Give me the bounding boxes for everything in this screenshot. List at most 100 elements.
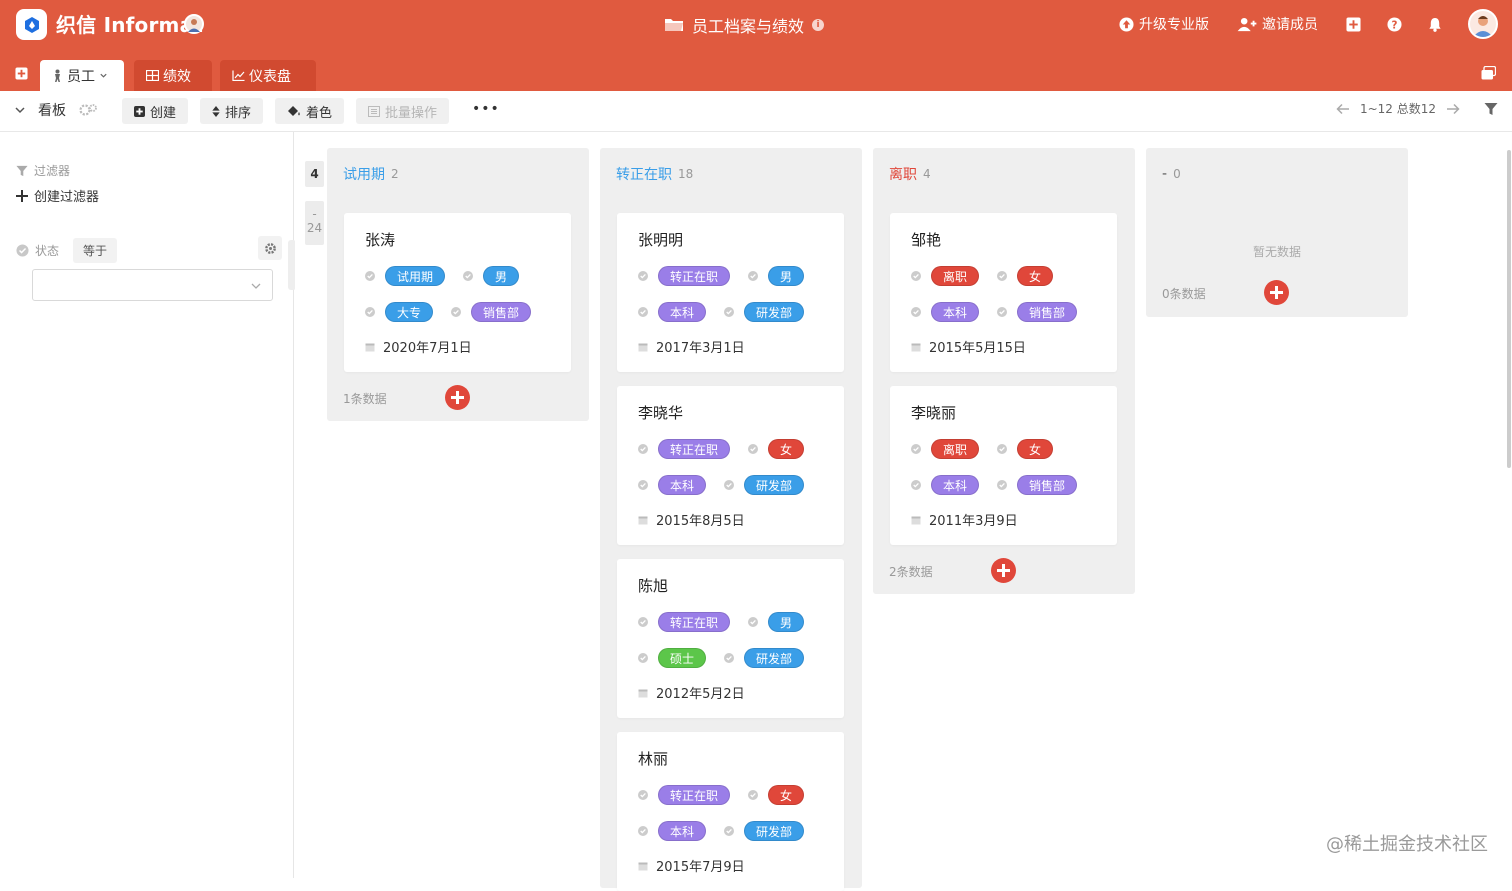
tag-line: 离职 女: [911, 439, 1053, 459]
education-tag: 本科: [658, 302, 706, 322]
calendar-icon: [365, 342, 375, 352]
arrow-left-icon[interactable]: [1336, 103, 1350, 115]
batch-button[interactable]: 批量操作: [356, 98, 449, 124]
tag-line: 离职 女: [911, 266, 1053, 286]
status-tag: 离职: [931, 266, 979, 286]
table-icon: [146, 70, 159, 81]
add-card-button[interactable]: [991, 558, 1016, 583]
date-line: 2020年7月1日: [365, 337, 472, 356]
column-header[interactable]: 转正在职 18: [600, 148, 862, 200]
education-tag: 本科: [658, 475, 706, 495]
calendar-icon: [638, 342, 648, 352]
employee-card[interactable]: 林丽 转正在职 女 本科 研发部 2015年7月9日: [617, 732, 844, 891]
gender-tag: 男: [768, 612, 804, 632]
check-circle-icon: [638, 444, 648, 454]
view-name: 看板: [38, 100, 66, 120]
logo-icon[interactable]: [16, 9, 47, 40]
date-line: 2017年3月1日: [638, 337, 745, 356]
filter-operator[interactable]: 等于: [73, 238, 117, 263]
view-toolbar: 看板 创建 排序 着色 批量操作 ••• 1~12 总数12: [0, 91, 1512, 132]
row-group-header-2[interactable]: - 24: [305, 201, 324, 245]
tag-line: 转正在职 男: [638, 612, 804, 632]
column-footer-count: 0条数据: [1162, 285, 1206, 302]
check-circle-icon: [997, 480, 1007, 490]
gear-icon[interactable]: [258, 236, 282, 260]
folder-icon: [664, 17, 684, 33]
bell-icon[interactable]: [1428, 17, 1442, 32]
gender-tag: 男: [483, 266, 519, 286]
add-card-button[interactable]: [1264, 280, 1289, 305]
column-count: 0: [1173, 167, 1181, 181]
window-icon[interactable]: [1481, 66, 1496, 80]
tab-dashboard[interactable]: 仪表盘: [220, 60, 316, 91]
svg-text:?: ?: [1392, 19, 1398, 31]
column-footer: 1条数据: [343, 386, 387, 410]
check-circle-icon[interactable]: [16, 244, 29, 257]
user-avatar[interactable]: [1468, 9, 1498, 39]
workspace-avatar[interactable]: [184, 14, 204, 34]
column-footer-count: 2条数据: [889, 563, 933, 580]
column-header[interactable]: 试用期 2: [327, 148, 589, 200]
tag-line: 本科 研发部: [638, 302, 804, 322]
department-tag: 销售部: [1017, 302, 1077, 322]
view-switcher[interactable]: 看板: [14, 100, 98, 120]
tag-line: 转正在职 男: [638, 266, 804, 286]
pagination-text: 1~12 总数12: [1360, 100, 1436, 117]
date-line: 2015年5月15日: [911, 337, 1026, 356]
tag-line: 转正在职 女: [638, 785, 804, 805]
list-icon: [368, 106, 380, 117]
employee-card[interactable]: 李晓丽 离职 女 本科 销售部 2011年3月9日: [890, 386, 1117, 545]
add-icon[interactable]: [1346, 17, 1361, 32]
employee-card[interactable]: 张涛 试用期 男 大专 销售部 2020年7月1日: [344, 213, 571, 372]
sort-button[interactable]: 排序: [200, 98, 263, 124]
vertical-scrollbar[interactable]: [1507, 150, 1511, 468]
filter-value-select[interactable]: [32, 269, 273, 301]
employee-card[interactable]: 陈旭 转正在职 男 硕士 研发部 2012年5月2日: [617, 559, 844, 718]
status-tag: 试用期: [385, 266, 445, 286]
tab-performance-label: 绩效: [163, 66, 191, 86]
view-settings-icon[interactable]: [78, 103, 98, 117]
column-title: 转正在职: [616, 164, 672, 184]
card-name: 张涛: [365, 229, 395, 250]
filter-icon[interactable]: [1484, 102, 1498, 116]
tag-line: 本科 研发部: [638, 475, 804, 495]
row-group-header[interactable]: 4: [305, 161, 324, 187]
tag-line: 本科 销售部: [911, 302, 1077, 322]
employee-card[interactable]: 邹艳 离职 女 本科 销售部 2015年5月15日: [890, 213, 1117, 372]
employee-card[interactable]: 张明明 转正在职 男 本科 研发部 2017年3月1日: [617, 213, 844, 372]
column-header[interactable]: - 0: [1146, 148, 1408, 200]
filter-field: 状态: [35, 242, 59, 259]
sort-icon: [212, 106, 220, 117]
color-button[interactable]: 着色: [275, 98, 344, 124]
gender-tag: 女: [768, 439, 804, 459]
upgrade-button[interactable]: 升级专业版: [1119, 14, 1209, 34]
add-tab-icon[interactable]: [15, 67, 28, 80]
top-bar: 织信 Informat 员工档案与绩效 i 升级专业版 邀请成员 ?: [0, 0, 1512, 50]
column-header[interactable]: 离职 4: [873, 148, 1135, 200]
create-filter-button[interactable]: 创建过滤器: [16, 186, 99, 205]
check-circle-icon: [724, 826, 734, 836]
status-tag: 转正在职: [658, 439, 730, 459]
invite-button[interactable]: 邀请成员: [1237, 14, 1318, 34]
row-group-dash: -: [305, 207, 324, 221]
check-circle-icon: [724, 653, 734, 663]
employee-card[interactable]: 李晓华 转正在职 女 本科 研发部 2015年8月5日: [617, 386, 844, 545]
add-card-button[interactable]: [445, 385, 470, 410]
more-icon[interactable]: •••: [472, 101, 500, 117]
create-button[interactable]: 创建: [122, 98, 188, 124]
arrow-right-icon[interactable]: [1446, 103, 1460, 115]
column-title: -: [1162, 166, 1167, 182]
plus-icon: [451, 391, 464, 404]
check-circle-icon: [365, 271, 375, 281]
help-icon[interactable]: ?: [1387, 17, 1402, 32]
education-tag: 本科: [658, 821, 706, 841]
hire-date: 2017年3月1日: [656, 337, 745, 356]
column-trial: 试用期 2 张涛 试用期 男 大专 销售部 2020年7月1日 1条数: [327, 148, 589, 421]
tab-employees[interactable]: 员工: [40, 60, 124, 91]
tag-line: 转正在职 女: [638, 439, 804, 459]
department-tag: 研发部: [744, 475, 804, 495]
pagination: 1~12 总数12: [1336, 100, 1498, 117]
brand-name: 织信 Informat: [56, 11, 203, 39]
tab-performance[interactable]: 绩效: [134, 60, 212, 91]
info-icon[interactable]: i: [812, 19, 824, 31]
